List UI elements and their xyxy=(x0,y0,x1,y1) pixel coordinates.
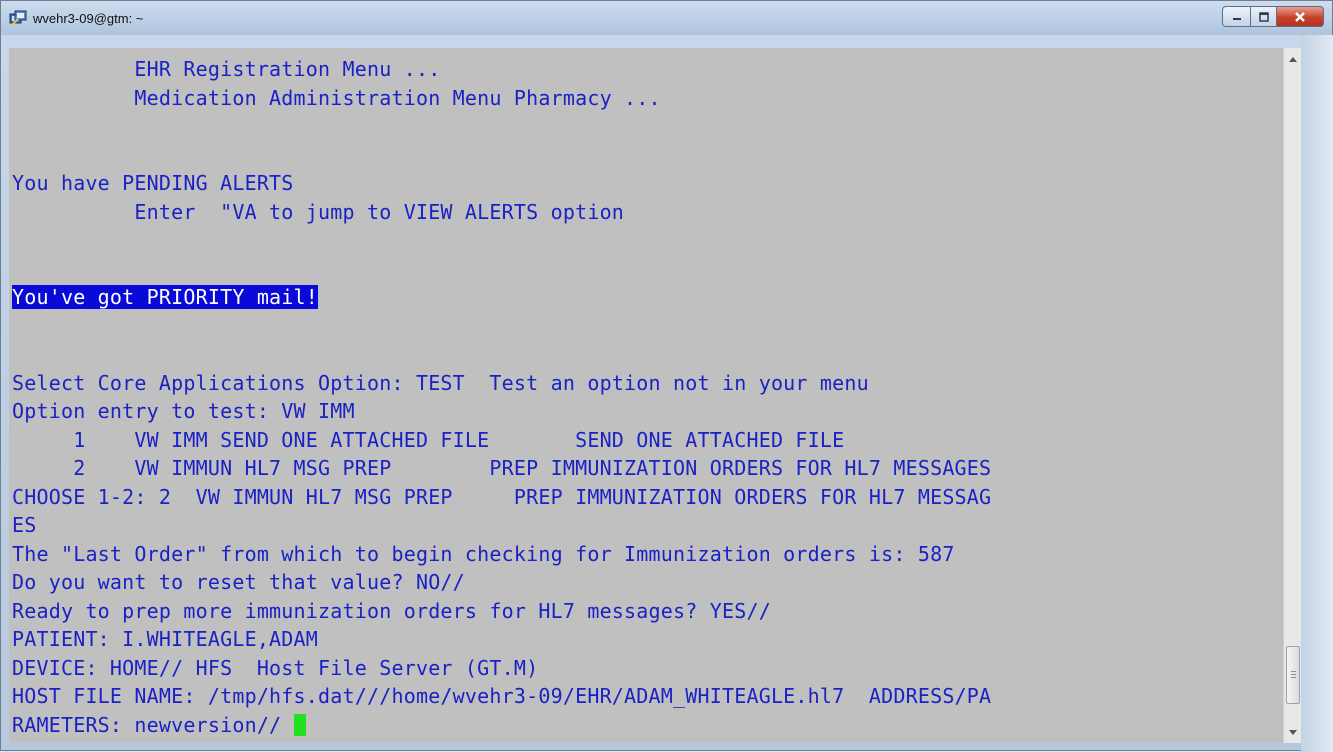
terminal-line: The "Last Order" from which to begin che… xyxy=(12,540,1277,569)
terminal-line-text: Select Core Applications Option: TEST Te… xyxy=(12,370,869,395)
scroll-down-button[interactable] xyxy=(1284,723,1302,741)
terminal-line-text: CHOOSE 1-2: 2 VW IMMUN HL7 MSG PREP PREP… xyxy=(12,484,992,509)
title-bar[interactable]: wvehr3-09@gtm: ~ xyxy=(1,1,1332,35)
terminal-line: CHOOSE 1-2: 2 VW IMMUN HL7 MSG PREP PREP… xyxy=(12,483,1277,512)
terminal-line: 2 VW IMMUN HL7 MSG PREP PREP IMMUNIZATIO… xyxy=(12,454,1277,483)
terminal-line: ES xyxy=(12,511,1277,540)
thumb-grip-line xyxy=(1291,677,1296,678)
terminal-line-text: HOST FILE NAME: /tmp/hfs.dat///home/wveh… xyxy=(12,684,992,708)
text-cursor xyxy=(293,713,306,736)
maximize-icon xyxy=(1258,11,1269,22)
terminal-line-text: You have PENDING ALERTS xyxy=(12,171,294,195)
terminal-line-text: EHR Registration Menu ... xyxy=(12,57,441,81)
scroll-up-button[interactable] xyxy=(1284,50,1302,68)
close-icon xyxy=(1295,11,1305,22)
terminal-line-text: DEVICE: HOME// HFS Host File Server (GT.… xyxy=(12,655,539,680)
maximize-button[interactable] xyxy=(1250,6,1277,27)
terminal-line-text: Option entry to test: VW IMM xyxy=(12,399,355,423)
window-title: wvehr3-09@gtm: ~ xyxy=(33,11,144,26)
terminal-window: wvehr3-09@gtm: ~ EHR Registration Menu .… xyxy=(0,0,1333,752)
terminal-line-text: 1 VW IMM SEND ONE ATTACHED FILE SEND ONE… xyxy=(12,427,845,452)
terminal-line: DEVICE: HOME// HFS Host File Server (GT.… xyxy=(12,654,1277,683)
terminal-text: EHR Registration Menu ... Medication Adm… xyxy=(12,55,1277,739)
terminal-line-text: RAMETERS: newversion// xyxy=(12,712,294,737)
putty-icon[interactable] xyxy=(9,10,27,26)
thumb-grip-line xyxy=(1291,671,1296,672)
priority-mail-notice: You've got PRIORITY mail! xyxy=(12,285,319,309)
close-button[interactable] xyxy=(1277,6,1324,27)
terminal-line-text: PATIENT: I.WHITEAGLE,ADAM xyxy=(12,627,319,651)
terminal-line: Enter "VA to jump to VIEW ALERTS option xyxy=(12,198,1277,227)
terminal-line-text: Medication Administration Menu Pharmacy … xyxy=(12,85,661,110)
terminal-line-text: Ready to prep more immunization orders f… xyxy=(12,598,771,623)
scroll-down-arrow-icon xyxy=(1289,729,1297,735)
terminal-line: RAMETERS: newversion// xyxy=(12,711,1277,740)
terminal-line-text: 2 VW IMMUN HL7 MSG PREP PREP IMMUNIZATIO… xyxy=(12,456,992,480)
scroll-up-arrow-icon xyxy=(1289,56,1297,62)
terminal-line: HOST FILE NAME: /tmp/hfs.dat///home/wveh… xyxy=(12,682,1277,711)
terminal-line: You've got PRIORITY mail! xyxy=(12,283,1277,312)
terminal-line: Select Core Applications Option: TEST Te… xyxy=(12,369,1277,398)
terminal-line: EHR Registration Menu ... xyxy=(12,55,1277,84)
scroll-thumb[interactable] xyxy=(1286,646,1300,704)
terminal-line: Ready to prep more immunization orders f… xyxy=(12,597,1277,626)
terminal-line: You have PENDING ALERTS xyxy=(12,169,1277,198)
terminal-line-text: The "Last Order" from which to begin che… xyxy=(12,541,955,566)
terminal-line: Option entry to test: VW IMM xyxy=(12,397,1277,426)
terminal-line: PATIENT: I.WHITEAGLE,ADAM xyxy=(12,625,1277,654)
terminal-line-text: Enter "VA to jump to VIEW ALERTS option xyxy=(12,199,625,224)
terminal-screen[interactable]: EHR Registration Menu ... Medication Adm… xyxy=(9,48,1283,743)
terminal-line: 1 VW IMM SEND ONE ATTACHED FILE SEND ONE… xyxy=(12,426,1277,455)
thumb-grip-line xyxy=(1291,674,1296,675)
terminal-line: Medication Administration Menu Pharmacy … xyxy=(12,84,1277,113)
terminal-line-text: Do you want to reset that value? NO// xyxy=(12,570,465,594)
terminal-line: Do you want to reset that value? NO// xyxy=(12,568,1277,597)
vertical-scrollbar[interactable] xyxy=(1283,48,1302,743)
window-frame-edge xyxy=(1301,35,1333,752)
minimize-button[interactable] xyxy=(1222,6,1250,27)
minimize-icon xyxy=(1232,17,1241,20)
terminal-line-text: ES xyxy=(12,513,37,537)
window-controls xyxy=(1222,6,1324,28)
